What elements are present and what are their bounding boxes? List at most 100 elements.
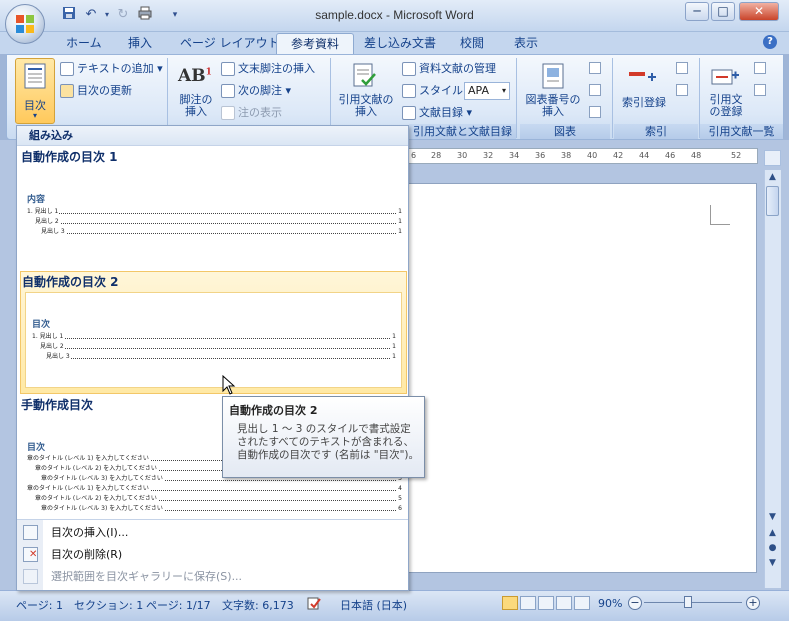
- tab-mailings[interactable]: 差し込み文書: [350, 33, 450, 54]
- draft-view-icon[interactable]: [574, 596, 590, 610]
- citation-icon: [353, 63, 376, 87]
- manage-sources-icon: [402, 62, 416, 76]
- mark-entry-button[interactable]: 索引登録: [616, 60, 672, 122]
- style-label-text: スタイル:: [419, 84, 467, 97]
- insert-citation-label: 引用文献の 挿入: [338, 93, 394, 118]
- full-screen-reading-icon[interactable]: [520, 596, 536, 610]
- bibliography-button[interactable]: 文献目録 ▾: [402, 106, 472, 120]
- status-word-count[interactable]: 文字数: 6,173: [222, 597, 294, 613]
- next-footnote-button[interactable]: 次の脚注 ▾: [221, 84, 291, 98]
- insert-table-of-figures-icon[interactable]: [589, 62, 601, 74]
- cross-reference-icon[interactable]: [589, 106, 601, 118]
- remove-toc-label: 目次の削除(R): [51, 548, 123, 561]
- office-button[interactable]: [5, 4, 45, 44]
- zoom-slider-thumb[interactable]: [684, 596, 692, 608]
- document-page[interactable]: [408, 183, 757, 573]
- status-section[interactable]: セクション: 1: [74, 597, 143, 613]
- scroll-down-icon[interactable]: ▼: [764, 510, 781, 524]
- update-toa-icon[interactable]: [754, 84, 766, 96]
- add-text-button[interactable]: テキストの追加 ▾: [60, 62, 163, 76]
- help-icon[interactable]: ?: [763, 35, 777, 49]
- style-dropdown[interactable]: APA ▾: [464, 82, 510, 100]
- insert-footnote-button[interactable]: AB1 脚注の 挿入: [176, 60, 216, 122]
- endnote-icon: [221, 62, 235, 76]
- chevron-down-icon: ▾: [501, 86, 506, 95]
- toc-button[interactable]: 目次 ▾: [15, 58, 55, 124]
- index-group-label: 索引: [614, 124, 698, 139]
- insert-caption-button[interactable]: 図表番号の 挿入: [522, 60, 584, 122]
- next-page-icon[interactable]: ▼: [764, 556, 781, 570]
- ruler-tick: 52: [731, 151, 742, 160]
- web-layout-icon[interactable]: [538, 596, 554, 610]
- maximize-button[interactable]: □: [711, 2, 735, 21]
- proofing-icon[interactable]: [306, 597, 322, 611]
- ruler-tick: 48: [691, 151, 702, 160]
- status-pages[interactable]: ページ: 1/17: [146, 597, 211, 613]
- ruler-tick: 42: [613, 151, 624, 160]
- tab-home[interactable]: ホーム: [52, 33, 116, 54]
- zoom-slider-track[interactable]: [644, 602, 742, 603]
- gallery-item-title: 自動作成の目次 2: [22, 275, 119, 289]
- horizontal-ruler[interactable]: 6 28 30 32 34 36 38 40 42 44 46 48 52: [408, 148, 758, 164]
- zoom-out-icon[interactable]: −: [628, 596, 642, 610]
- bibliography-icon: [402, 106, 416, 120]
- toc-preview-line: 章のタイトル (レベル 2) を入力してください 5: [35, 495, 402, 503]
- close-button[interactable]: ✕: [739, 2, 779, 21]
- show-notes-button[interactable]: 注の表示: [221, 106, 282, 120]
- bibliography-label: 文献目録: [419, 106, 463, 119]
- print-layout-view-icon[interactable]: [502, 596, 518, 610]
- ruler-tick: 28: [431, 151, 442, 160]
- insert-index-icon[interactable]: [676, 62, 688, 74]
- tab-view[interactable]: 表示: [500, 33, 552, 54]
- mark-citation-button[interactable]: 引用文 の登録: [702, 60, 750, 122]
- tab-references[interactable]: 参考資料: [276, 33, 355, 54]
- toc-preview-heading: 目次: [27, 443, 46, 453]
- menu-item-remove-toc[interactable]: ✕ 目次の削除(R): [17, 544, 408, 566]
- gallery-item-title: 自動作成の目次 1: [21, 150, 118, 164]
- tab-insert[interactable]: 挿入: [114, 33, 166, 54]
- insert-endnote-button[interactable]: 文末脚注の挿入: [221, 62, 315, 76]
- style-icon: [402, 84, 416, 98]
- toa-group-label: 引用文献一覧: [700, 124, 783, 139]
- toc-preview-line: 見出し 31: [41, 228, 402, 236]
- scrollbar-thumb[interactable]: [766, 186, 779, 216]
- previous-page-icon[interactable]: ▲: [764, 526, 781, 540]
- mouse-cursor-icon: [222, 375, 236, 395]
- toc-preview-line: 章のタイトル (レベル 3) を入力してください 6: [41, 505, 402, 513]
- menu-item-save-selection[interactable]: 選択範囲を目次ギャラリーに保存(S)...: [17, 566, 408, 588]
- save-selection-icon: [23, 569, 38, 584]
- minimize-button[interactable]: ─: [685, 2, 709, 21]
- update-index-icon[interactable]: [676, 84, 688, 96]
- update-table-icon[interactable]: [589, 84, 601, 96]
- zoom-in-icon[interactable]: +: [746, 596, 760, 610]
- tab-review[interactable]: 校閲: [446, 33, 498, 54]
- gallery-item-title: 手動作成目次: [21, 398, 94, 412]
- toc-preview-heading: 目次: [32, 320, 51, 330]
- next-footnote-icon: [221, 84, 235, 98]
- status-page[interactable]: ページ: 1: [16, 597, 63, 613]
- menu-divider: [17, 519, 408, 520]
- tab-page-layout[interactable]: ページ レイアウト: [166, 33, 294, 54]
- menu-item-insert-toc[interactable]: 目次の挿入(I)...: [17, 522, 408, 544]
- ruler-tick: 34: [509, 151, 520, 160]
- add-text-label: テキストの追加: [77, 62, 154, 75]
- remove-toc-icon: ✕: [23, 547, 38, 562]
- ruler-toggle-icon[interactable]: [764, 150, 781, 166]
- insert-toa-icon[interactable]: [754, 62, 766, 74]
- zoom-level[interactable]: 90%: [598, 597, 622, 610]
- page-margin-mark: [710, 205, 730, 225]
- toc-preview-heading: 内容: [27, 195, 46, 205]
- outline-view-icon[interactable]: [556, 596, 572, 610]
- next-footnote-label: 次の脚注: [238, 84, 282, 97]
- update-toc-button[interactable]: 目次の更新: [60, 84, 132, 98]
- mark-citation-label: 引用文 の登録: [709, 93, 743, 118]
- status-language[interactable]: 日本語 (日本): [340, 597, 407, 613]
- select-browse-object-icon[interactable]: ●: [764, 541, 781, 555]
- scroll-up-icon[interactable]: ▲: [764, 170, 781, 184]
- ruler-tick: 40: [587, 151, 598, 160]
- gallery-item-automatic-toc-2[interactable]: 自動作成の目次 2 目次 1. 見出し 11 見出し 21 見出し 31: [20, 271, 407, 394]
- gallery-item-automatic-toc-1[interactable]: 自動作成の目次 1 内容 1. 見出し 11 見出し 21 見出し 31: [17, 146, 408, 270]
- insert-citation-button[interactable]: 引用文献の 挿入: [336, 60, 396, 122]
- office-logo-icon: [16, 15, 34, 33]
- manage-sources-button[interactable]: 資料文献の管理: [402, 62, 496, 76]
